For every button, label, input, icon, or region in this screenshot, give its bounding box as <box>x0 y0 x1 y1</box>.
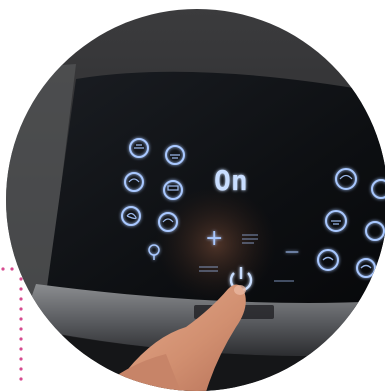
minus-button[interactable]: — <box>285 244 299 260</box>
appliance-photo: On + — <box>6 9 385 392</box>
plus-button[interactable]: + <box>205 226 223 251</box>
digital-display: On <box>214 164 248 197</box>
fingernail <box>234 285 246 295</box>
control-panel-scene: On + — <box>6 9 385 391</box>
